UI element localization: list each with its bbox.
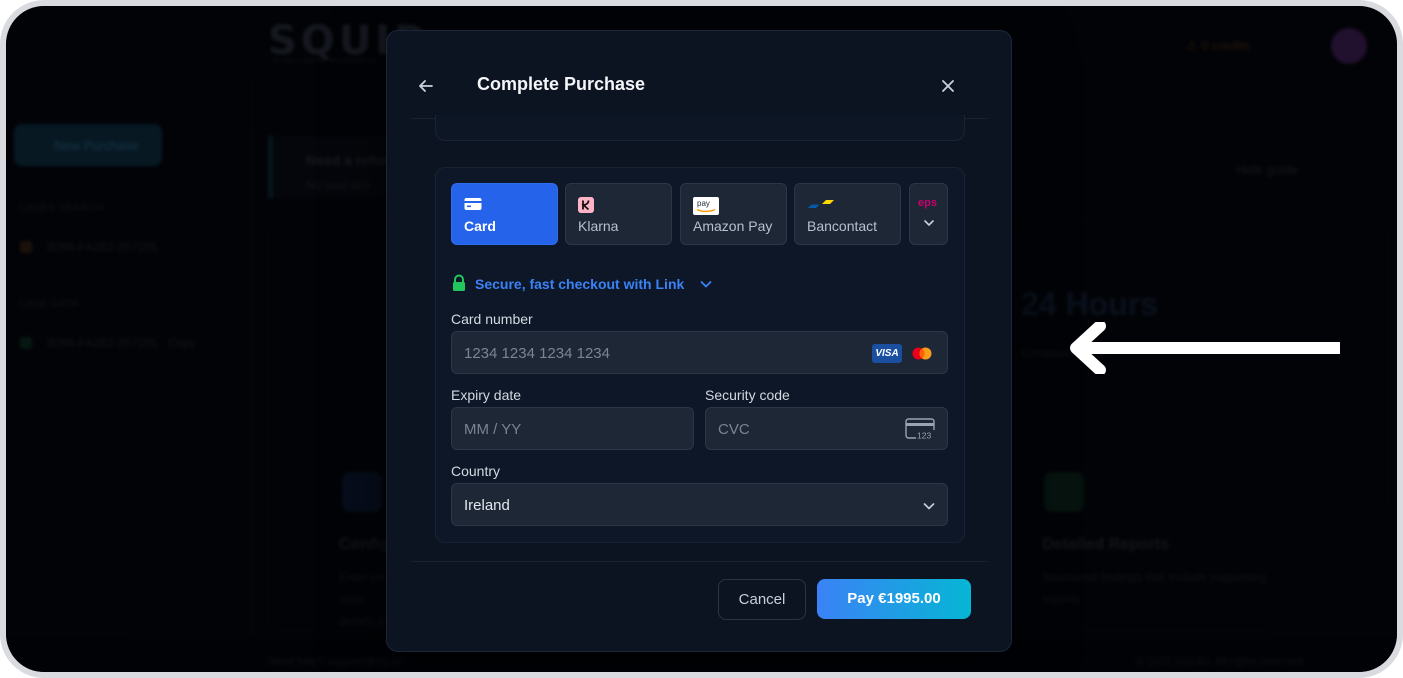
cvc-placeholder: CVC <box>718 421 750 438</box>
link-checkout-text: Secure, fast checkout with Link <box>475 276 685 292</box>
eps-icon: eps <box>918 197 937 209</box>
tab-label: Bancontact <box>807 218 878 234</box>
tab-amazon-pay[interactable]: pay Amazon Pay <box>680 183 787 245</box>
card-icon <box>464 198 482 210</box>
expiry-label: Expiry date <box>451 387 522 403</box>
modal-footer-divider <box>411 561 987 562</box>
security-code-label: Security code <box>705 387 790 403</box>
visa-icon: VISA <box>872 344 902 363</box>
back-button[interactable] <box>415 75 437 97</box>
device-frame: SQUID INTELLIGENT RESEARCH ⚠ 0 credits N… <box>0 0 1403 678</box>
security-code-field[interactable]: CVC 123 <box>705 407 948 450</box>
country-label: Country <box>451 463 501 479</box>
pay-button[interactable]: Pay €1995.00 <box>817 579 971 619</box>
lock-icon <box>453 274 465 291</box>
tab-card[interactable]: Card <box>451 183 558 245</box>
country-select[interactable]: Ireland <box>451 483 948 526</box>
cvc-card-icon: 123 <box>905 418 937 440</box>
klarna-icon <box>578 197 594 213</box>
arrow-left-annotation-icon <box>1070 322 1340 374</box>
tab-more-methods[interactable]: eps <box>909 183 948 245</box>
cancel-button[interactable]: Cancel <box>718 579 806 620</box>
amazon-pay-icon: pay <box>693 197 719 215</box>
tab-label: Amazon Pay <box>693 218 773 234</box>
close-icon <box>942 80 954 92</box>
chevron-down-icon <box>700 281 712 288</box>
svg-text:123: 123 <box>917 431 931 441</box>
chevron-down-icon <box>924 220 934 227</box>
tab-bancontact[interactable]: Bancontact <box>794 183 901 245</box>
tab-label: Klarna <box>578 218 619 234</box>
payment-element: Card Klarna pay Amazon Pay Bancontact ep… <box>435 167 965 543</box>
card-number-placeholder: 1234 1234 1234 1234 <box>464 345 610 362</box>
card-number-field[interactable]: 1234 1234 1234 1234 VISA <box>451 331 948 374</box>
tab-label: Card <box>464 218 496 234</box>
svg-text:pay: pay <box>697 199 710 208</box>
close-button[interactable] <box>937 75 959 97</box>
mastercard-icon <box>912 347 932 360</box>
arrow-left-icon <box>419 80 433 92</box>
chevron-down-icon <box>923 503 935 510</box>
svg-text:eps: eps <box>918 197 937 209</box>
card-number-label: Card number <box>451 311 533 327</box>
country-value: Ireland <box>464 497 510 514</box>
previous-section <box>435 115 965 141</box>
expiry-field[interactable]: MM / YY <box>451 407 694 450</box>
expiry-placeholder: MM / YY <box>464 421 522 438</box>
modal-title: Complete Purchase <box>477 74 646 94</box>
screen: SQUID INTELLIGENT RESEARCH ⚠ 0 credits N… <box>6 6 1397 672</box>
tab-klarna[interactable]: Klarna <box>565 183 672 245</box>
purchase-modal: Complete Purchase Card Klarna pay Amazon… <box>386 30 1012 652</box>
bancontact-icon <box>808 200 834 208</box>
